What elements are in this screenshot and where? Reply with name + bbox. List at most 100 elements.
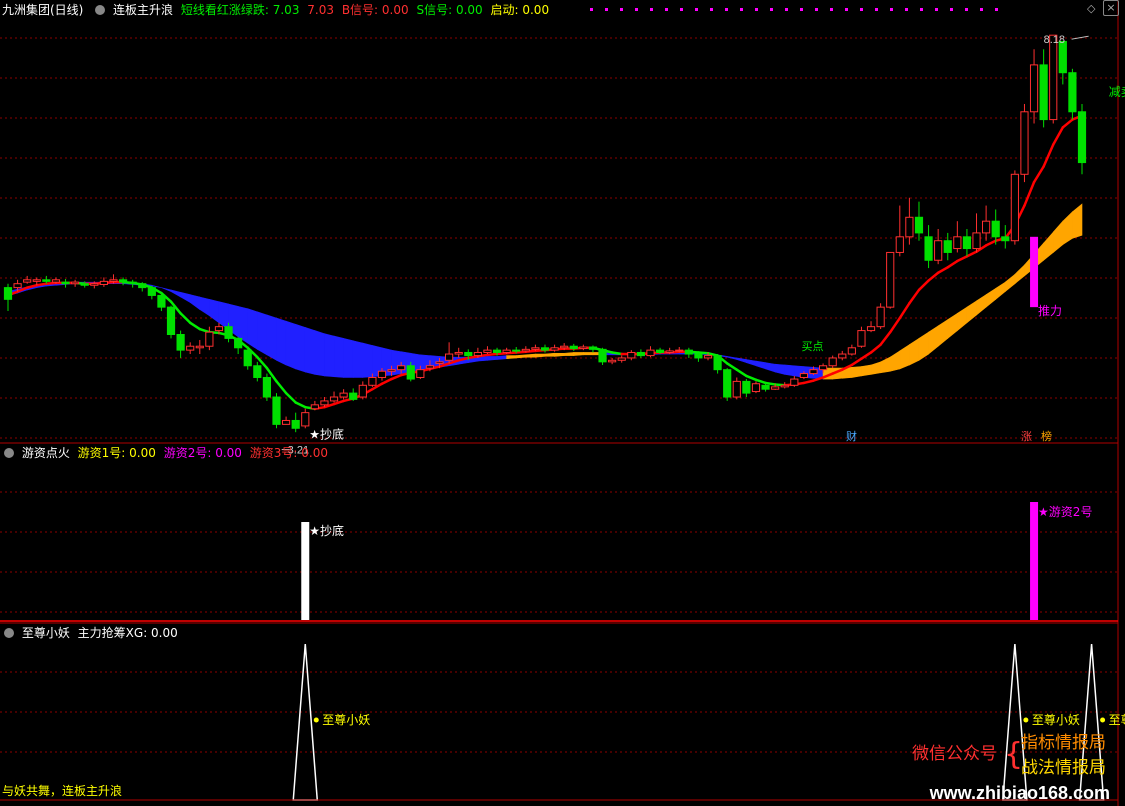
push-label: 推力 [1038, 304, 1062, 318]
panel2-s2: 游资2号: 0.00 [163, 446, 242, 460]
band-segment [784, 364, 795, 377]
close-icon[interactable]: × [1103, 0, 1119, 16]
band-segment [515, 354, 527, 359]
candle [138, 282, 147, 292]
top-marker [710, 8, 713, 11]
top-marker [875, 8, 878, 11]
top-marker [770, 8, 773, 11]
panel2-title[interactable]: 游资点火 [22, 446, 70, 460]
panel2-header: 游资点火 游资1号: 0.00 游资2号: 0.00 游资3号: 0.00 [0, 444, 332, 462]
candle [454, 347, 463, 358]
top-marker [590, 8, 593, 11]
candle [857, 326, 866, 348]
cai-badge[interactable]: 财 [846, 429, 857, 443]
candle [157, 293, 166, 312]
panel2-toggle-icon[interactable] [4, 448, 14, 458]
ma-segment [984, 239, 997, 247]
ma-segment [735, 368, 748, 378]
band-segment [976, 294, 987, 316]
candle [790, 375, 799, 387]
svg-text:至尊小妖: 至尊小妖 [1109, 712, 1125, 727]
band-segment [496, 355, 507, 360]
candle [751, 381, 761, 394]
band-segment [1062, 211, 1073, 246]
band-segment [861, 364, 872, 377]
candle [780, 382, 789, 389]
ma-segment [45, 281, 58, 285]
candle [608, 357, 617, 365]
candle [1068, 68, 1077, 120]
band-segment [765, 362, 776, 373]
top-marker [800, 8, 803, 11]
chart-canvas: 8.18 3.21 ★抄底 推力 减卖 买点 财 涨 榜 ★抄底 ★游资2号 至… [0, 0, 1125, 806]
candle [742, 379, 751, 398]
buy-label: 买点 [802, 340, 824, 353]
top-marker [620, 8, 623, 11]
bang-badge[interactable]: 榜 [1041, 429, 1052, 443]
candle [588, 345, 598, 353]
band-segment [736, 357, 747, 364]
band-segment [870, 361, 881, 375]
candle [847, 344, 856, 356]
candle [61, 279, 70, 288]
top-marker [995, 8, 998, 11]
panel3-peak-layer [292, 643, 1105, 801]
candle [636, 349, 645, 358]
candle [732, 377, 741, 400]
band-segment [1072, 203, 1083, 239]
band-segment [995, 281, 1006, 300]
panel2-youzi2-label: ★游资2号 [1038, 505, 1092, 519]
ma-segment [946, 259, 959, 269]
band-segment [362, 342, 373, 378]
candle [23, 275, 32, 284]
indicator-toggle-icon[interactable] [95, 5, 106, 15]
band-segment [985, 287, 996, 308]
watermark-name1: 指标情报局 [1021, 733, 1106, 753]
watermark-name2: 战法情报局 [1021, 758, 1106, 778]
settings-icon[interactable]: ◇ [1087, 2, 1095, 15]
candle [291, 412, 300, 433]
s-signal: S信号: 0.00 [416, 3, 483, 17]
candle [166, 305, 176, 339]
ma-segment [908, 288, 921, 305]
candle [1077, 103, 1087, 175]
stock-name[interactable]: 九洲集团(日线) [2, 3, 83, 17]
ma-segment [754, 378, 767, 385]
ma-segment [467, 355, 480, 360]
candle [914, 201, 924, 241]
ma-segment [869, 343, 882, 354]
ma-segment [697, 351, 710, 355]
candle [895, 205, 904, 257]
ma-segment [879, 330, 892, 346]
top-marker [830, 8, 833, 11]
top-marker [980, 8, 983, 11]
panel2-s1: 游资1号: 0.00 [77, 446, 156, 460]
panel-separators [0, 0, 1119, 806]
ma-segment [390, 373, 403, 381]
candle [147, 286, 156, 300]
top-marker [785, 8, 788, 11]
top-marker [950, 8, 953, 11]
indicator-name[interactable]: 连板主升浪 [113, 3, 173, 17]
candle [128, 279, 137, 288]
panel2-bar [301, 522, 310, 620]
panel3-title[interactable]: 至尊小妖 [22, 626, 70, 640]
band-segment [909, 337, 920, 366]
band-segment [352, 340, 364, 378]
candle [310, 400, 319, 411]
panel2-s3: 游资3号: 0.00 [249, 446, 328, 460]
ma-segment [725, 362, 739, 371]
candle [445, 342, 454, 364]
band-segment [247, 308, 258, 350]
ma-segment [956, 255, 969, 263]
candle [1039, 49, 1048, 128]
panel3-footer: 与妖共舞，连板主升浪 [2, 784, 123, 798]
ma-line-layer [6, 114, 1084, 410]
zhang-badge[interactable]: 涨 [1021, 430, 1032, 443]
candle [943, 232, 952, 261]
band-segment [209, 298, 220, 324]
candle [627, 350, 636, 361]
ma-segment [965, 250, 978, 258]
band-segment [544, 352, 555, 357]
panel3-toggle-icon[interactable] [4, 628, 14, 638]
